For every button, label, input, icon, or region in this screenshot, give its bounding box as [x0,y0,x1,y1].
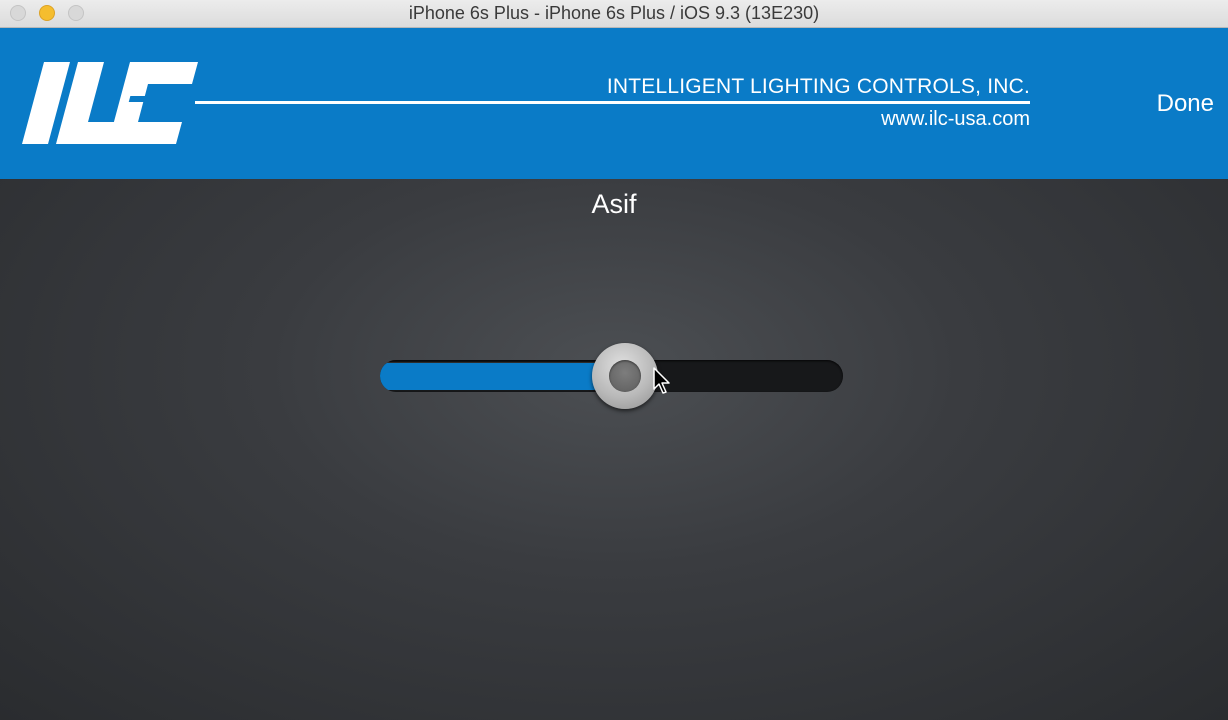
header-divider-line [195,101,1030,104]
dimmer-slider[interactable] [380,343,843,409]
load-name-title: Asif [591,189,637,219]
slider-fill [380,362,625,390]
simulator-window: iPhone 6s Plus - iPhone 6s Plus / iOS 9.… [0,0,1228,720]
done-button[interactable]: Done [1157,90,1214,118]
title-bar: iPhone 6s Plus - iPhone 6s Plus / iOS 9.… [0,0,1228,28]
company-url: www.ilc-usa.com [881,108,1030,130]
slider-thumb-center [609,360,641,392]
mouse-pointer-icon [653,367,670,394]
slider-thumb[interactable] [592,343,658,409]
app-header: INTELLIGENT LIGHTING CONTROLS, INC. www.… [0,28,1228,179]
company-name: INTELLIGENT LIGHTING CONTROLS, INC. [606,75,1030,98]
dimmer-panel: Asif [0,179,1228,720]
window-title: iPhone 6s Plus - iPhone 6s Plus / iOS 9.… [408,3,820,23]
ilc-logo [22,62,198,144]
